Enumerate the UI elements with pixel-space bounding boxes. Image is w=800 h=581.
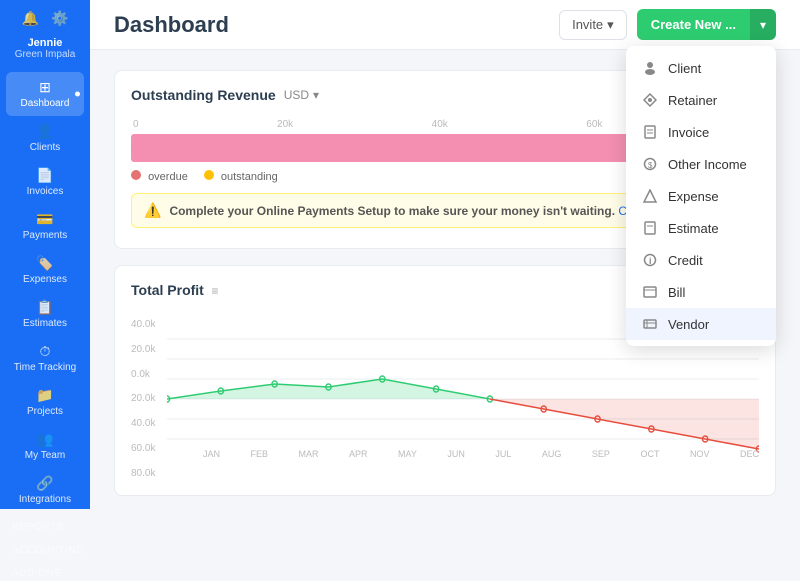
active-indicator	[75, 92, 80, 97]
dropdown-item-invoice[interactable]: Invoice	[626, 116, 776, 148]
sidebar-item-estimates[interactable]: 📋 Estimates	[0, 292, 90, 336]
credit-icon: i	[642, 252, 658, 268]
user-company: Green Impala	[15, 49, 76, 60]
dropdown-item-client[interactable]: Client	[626, 52, 776, 84]
dropdown-item-vendor[interactable]: Vendor	[626, 308, 776, 340]
create-dropdown-menu: Client Retainer Invoice $ Other Income E…	[626, 46, 776, 346]
sidebar-section-addons: Add-ons	[0, 558, 90, 581]
sidebar-item-invoices[interactable]: 📄 Invoices	[0, 160, 90, 204]
user-name: Jennie	[28, 37, 63, 49]
sidebar-section-accounting: Accounting	[0, 535, 90, 558]
page-title: Dashboard	[114, 12, 229, 38]
outstanding-revenue-currency: USD ▾	[284, 88, 319, 102]
sidebar-item-payments[interactable]: 💳 Payments	[0, 204, 90, 248]
dashboard-icon: ⊞	[39, 79, 51, 96]
total-profit-title: Total Profit	[131, 282, 204, 298]
invite-button[interactable]: Invite ▾	[559, 10, 627, 40]
projects-icon: 📁	[36, 387, 53, 404]
create-new-dropdown-button[interactable]: ▾	[750, 9, 776, 40]
clients-icon: 👤	[36, 123, 53, 140]
dropdown-item-retainer[interactable]: Retainer	[626, 84, 776, 116]
client-icon	[642, 60, 658, 76]
payments-icon: 💳	[36, 211, 53, 228]
filter-icon[interactable]: ≡	[211, 284, 218, 298]
integrations-icon: 🔗	[36, 475, 53, 492]
other-income-icon: $	[642, 156, 658, 172]
sidebar-section-reports: Reports	[0, 512, 90, 535]
estimate-icon	[642, 220, 658, 236]
chart-x-labels: JAN FEB MAR APR MAY JUN JUL AUG SEP OCT …	[203, 449, 759, 459]
retainer-icon	[642, 92, 658, 108]
sidebar-item-time-tracking[interactable]: ⏱ Time Tracking	[0, 336, 90, 380]
sidebar-item-integrations[interactable]: 🔗 Integrations	[0, 468, 90, 512]
estimates-icon: 📋	[36, 299, 53, 316]
vendor-icon	[642, 316, 658, 332]
svg-text:$: $	[648, 161, 653, 170]
dropdown-item-credit[interactable]: i Credit	[626, 244, 776, 276]
invoice-icon	[642, 124, 658, 140]
header: Dashboard Invite ▾ Create New ... ▾	[90, 0, 800, 50]
total-profit-title-group: Total Profit ≡	[131, 282, 218, 298]
sidebar-item-projects[interactable]: 📁 Projects	[0, 380, 90, 424]
settings-icon[interactable]: ⚙️	[51, 10, 68, 27]
outstanding-dot	[204, 170, 214, 180]
dropdown-item-other-income[interactable]: $ Other Income	[626, 148, 776, 180]
sidebar-item-dashboard[interactable]: ⊞ Dashboard	[6, 72, 84, 116]
dropdown-item-estimate[interactable]: Estimate	[626, 212, 776, 244]
chart-y-labels: 40.0k 20.0k 0.0k 20.0k 40.0k 60.0k 80.0k	[131, 319, 166, 479]
main-content: Dashboard Invite ▾ Create New ... ▾ Clie…	[90, 0, 800, 509]
notification-icon[interactable]: 🔔	[22, 10, 39, 27]
svg-text:i: i	[649, 256, 652, 266]
time-tracking-icon: ⏱	[40, 343, 51, 360]
team-icon: 👥	[36, 431, 53, 448]
sidebar-item-expenses[interactable]: 🏷️ Expenses	[0, 248, 90, 292]
dropdown-item-bill[interactable]: Bill	[626, 276, 776, 308]
overdue-dot	[131, 170, 141, 180]
sidebar-item-clients[interactable]: 👤 Clients	[0, 116, 90, 160]
expenses-icon: 🏷️	[36, 255, 53, 272]
outstanding-legend: outstanding	[204, 170, 278, 183]
header-actions: Invite ▾ Create New ... ▾	[559, 9, 776, 40]
create-new-button[interactable]: Create New ...	[637, 9, 750, 40]
notice-icon: ⚠️	[144, 202, 161, 219]
currency-chevron-icon[interactable]: ▾	[313, 88, 319, 102]
sidebar: 🔔 ⚙️ Jennie Green Impala ⊞ Dashboard 👤 C…	[0, 0, 90, 509]
sidebar-item-my-team[interactable]: 👥 My Team	[0, 424, 90, 468]
sidebar-nav: ⊞ Dashboard 👤 Clients 📄 Invoices 💳 Payme…	[0, 72, 90, 581]
overdue-legend: overdue	[131, 170, 188, 183]
invite-chevron-icon: ▾	[607, 17, 614, 33]
invoices-icon: 📄	[36, 167, 53, 184]
bill-icon	[642, 284, 658, 300]
dropdown-item-expense[interactable]: Expense	[626, 180, 776, 212]
expense-icon	[642, 188, 658, 204]
create-new-button-group: Create New ... ▾	[637, 9, 776, 40]
outstanding-revenue-title: Outstanding Revenue	[131, 87, 276, 103]
